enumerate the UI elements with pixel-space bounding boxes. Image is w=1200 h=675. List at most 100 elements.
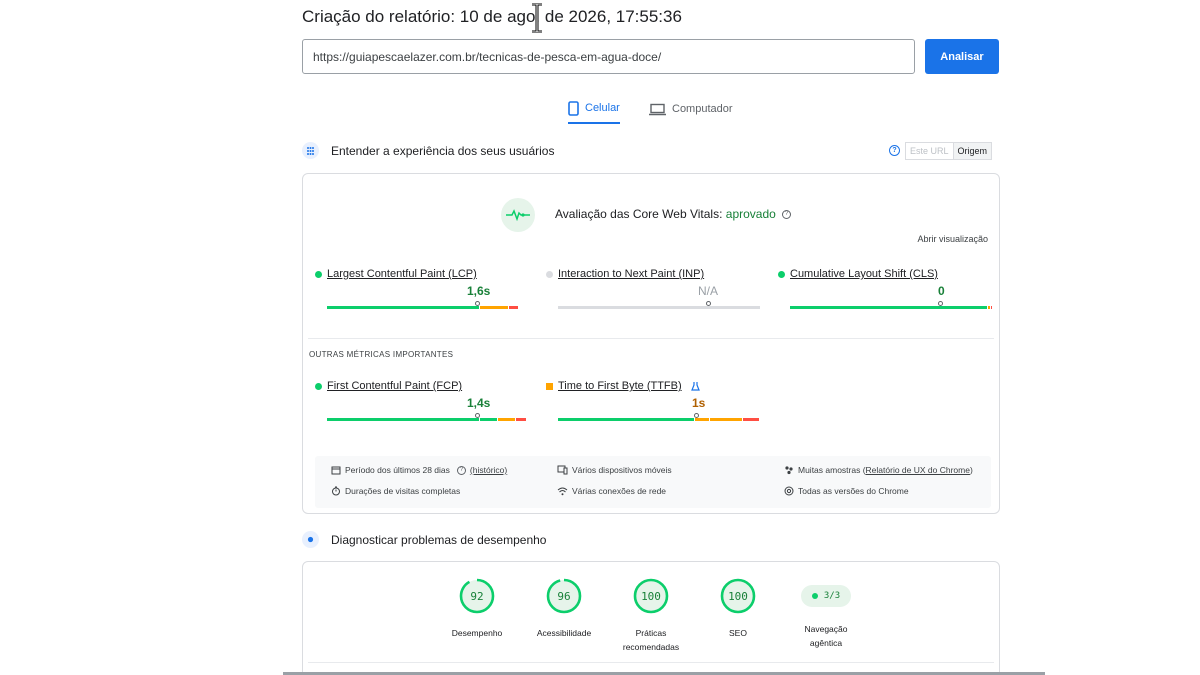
metric-ttfb-name: Time to First Byte (TTFB)	[558, 380, 682, 392]
devices-icon	[557, 465, 568, 475]
info-versions-text: Todas as versões do Chrome	[798, 486, 909, 496]
history-link[interactable]: (histórico)	[470, 465, 507, 475]
other-metrics-title: OUTRAS MÉTRICAS IMPORTANTES	[309, 350, 454, 359]
score-value: 96	[557, 589, 571, 603]
users-experience-icon	[302, 142, 319, 159]
no-data-status-icon	[546, 270, 553, 278]
samples-icon	[785, 466, 793, 475]
timer-icon	[332, 486, 340, 496]
calendar-icon	[331, 466, 341, 475]
lab-data-header: Diagnosticar problemas de desempenho	[302, 531, 546, 548]
agentic-label: Navegação agêntica	[804, 624, 848, 648]
agentic-pill: 3/3	[801, 585, 851, 607]
experimental-flask-icon	[690, 382, 700, 391]
tab-mobile[interactable]: Celular	[568, 94, 620, 124]
analyze-button[interactable]: Analisar	[925, 39, 999, 74]
info-samples: Muitas amostras (Relatório de UX do Chro…	[784, 465, 973, 475]
info-connections-text: Várias conexões de rede	[572, 486, 667, 496]
score-value: 100	[728, 589, 748, 603]
info-devices: Vários dispositivos móveis	[557, 465, 672, 475]
tab-desktop-label: Computador	[672, 103, 733, 115]
good-status-icon	[315, 270, 322, 278]
score-label: SEO	[729, 628, 747, 638]
score-gauge[interactable]: 100 Práticas recomendadas	[606, 578, 696, 654]
score-label: Práticas recomendadas	[622, 628, 680, 652]
metric-fcp-name: First Contentful Paint (FCP)	[327, 380, 463, 392]
metric-fcp-marker	[475, 413, 480, 418]
metric-lcp-value: 1,6s	[467, 284, 491, 298]
metric-lcp-bar	[327, 306, 518, 309]
metric-lcp-name: Largest Contentful Paint (LCP)	[327, 268, 477, 280]
toggle-origin[interactable]: Origem	[952, 143, 992, 159]
metric-inp: Interaction to Next Paint (INP) N/A	[546, 268, 760, 309]
cwv-assessment-status: aprovado	[725, 207, 776, 221]
help-icon[interactable]: ?	[782, 210, 792, 220]
toggle-this-url[interactable]: Este URL	[906, 143, 953, 159]
score-label: Desempenho	[451, 628, 503, 638]
core-web-vitals-icon	[501, 198, 535, 232]
metric-ttfb: Time to First Byte (TTFB) 1s	[546, 380, 759, 421]
metric-fcp-label[interactable]: First Contentful Paint (FCP)	[315, 380, 520, 392]
metric-fcp-bar	[327, 418, 526, 421]
metric-cls: Cumulative Layout Shift (CLS) 0	[778, 268, 992, 309]
metric-cls-name: Cumulative Layout Shift (CLS)	[790, 268, 938, 280]
chrome-ux-report-link[interactable]: Relatório de UX do Chrome	[866, 465, 970, 475]
diagnose-icon	[302, 531, 319, 548]
info-versions: Todas as versões do Chrome	[784, 486, 909, 496]
metric-lcp-label[interactable]: Largest Contentful Paint (LCP)	[315, 268, 520, 280]
metric-inp-label[interactable]: Interaction to Next Paint (INP)	[546, 268, 751, 280]
score-agentic[interactable]: 3/3 Navegação agêntica	[781, 578, 871, 650]
metric-ttfb-bar	[558, 418, 759, 421]
data-source-info: Período dos últimos 28 dias ? (histórico…	[315, 456, 991, 508]
info-period: Período dos últimos 28 dias ? (histórico…	[331, 465, 507, 475]
lab-scores-panel: 92 Desempenho 96 Acessibilidade 100 Práticas …	[302, 561, 1000, 675]
wifi-icon	[557, 487, 568, 495]
metric-fcp: First Contentful Paint (FCP) 1,4s	[315, 380, 526, 421]
field-data-title: Entender a experiência dos seus usuários	[331, 143, 555, 158]
field-data-header: Entender a experiência dos seus usuários	[302, 142, 554, 159]
info-icon[interactable]: ?	[889, 145, 900, 156]
url-input[interactable]	[302, 39, 915, 74]
info-samples-suffix: )	[969, 465, 973, 475]
url-origin-toggle: Este URL Origem	[905, 142, 993, 160]
score-gauge[interactable]: 100 SEO	[693, 578, 783, 640]
score-value: 92	[470, 589, 484, 603]
info-durations: Durações de visitas completas	[331, 486, 460, 496]
field-data-panel: Avaliação das Core Web Vitals: aprovado …	[302, 173, 1000, 514]
info-devices-text: Vários dispositivos móveis	[572, 465, 672, 475]
metric-ttfb-label[interactable]: Time to First Byte (TTFB)	[546, 380, 751, 392]
tab-mobile-label: Celular	[585, 102, 620, 114]
good-status-icon	[778, 270, 785, 278]
metric-cls-value: 0	[938, 284, 945, 298]
text-cursor-icon	[532, 3, 542, 33]
score-label: Acessibilidade	[536, 628, 592, 638]
pass-dot-icon	[811, 593, 818, 599]
agentic-value: 3/3	[823, 591, 841, 601]
score-gauge[interactable]: 92 Desempenho	[432, 578, 522, 640]
metric-ttfb-value: 1s	[692, 396, 706, 410]
score-value: 100	[641, 589, 661, 603]
score-gauge[interactable]: 96 Acessibilidade	[519, 578, 609, 640]
tab-desktop[interactable]: Computador	[649, 94, 733, 124]
help-icon[interactable]: ?	[456, 465, 466, 475]
metric-lcp-marker	[475, 301, 480, 306]
open-view-link[interactable]: Abrir visualização	[917, 234, 988, 244]
metric-inp-value: N/A	[698, 284, 719, 298]
metric-fcp-value: 1,4s	[467, 396, 491, 410]
laptop-icon	[649, 103, 666, 115]
metric-cls-bar	[790, 306, 992, 309]
average-status-icon	[546, 382, 553, 390]
info-durations-text: Durações de visitas completas	[345, 486, 461, 496]
good-status-icon	[315, 382, 322, 390]
cwv-assessment: Avaliação das Core Web Vitals: aprovado …	[555, 207, 792, 221]
report-creation-title: Criação do relatório: 10 de ago. de 2026…	[302, 7, 682, 26]
metric-cls-label[interactable]: Cumulative Layout Shift (CLS)	[778, 268, 983, 280]
info-samples-prefix: Muitas amostras (	[798, 465, 866, 475]
metric-inp-bar	[558, 306, 760, 309]
cwv-assessment-label: Avaliação das Core Web Vitals:	[555, 207, 723, 221]
metrics-divider	[308, 338, 994, 339]
metric-ttfb-marker	[694, 413, 699, 418]
smartphone-icon	[568, 100, 579, 116]
lab-divider	[308, 662, 994, 663]
metric-cls-marker	[938, 301, 943, 306]
